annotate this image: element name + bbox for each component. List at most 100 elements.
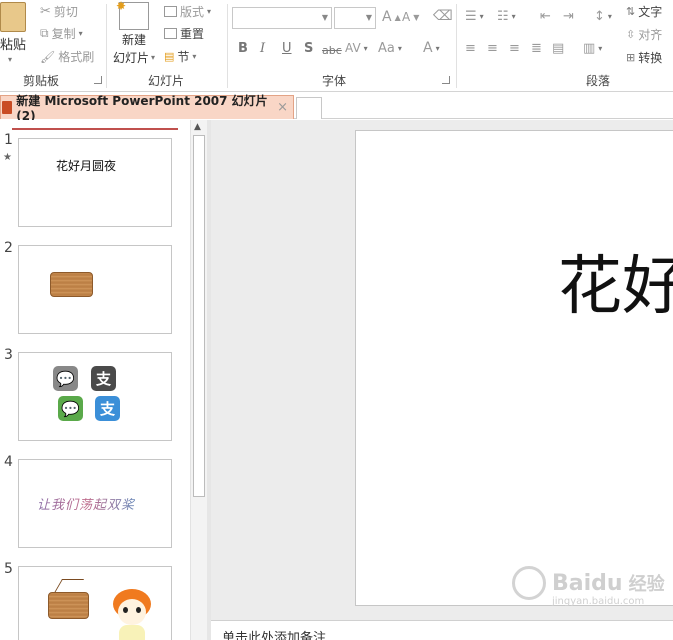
new-slide-button[interactable]: ✸ 新建 幻灯片 ▾ xyxy=(113,0,155,66)
font-size-combo[interactable]: ▼ xyxy=(334,7,376,29)
scissors-icon: ✂ xyxy=(40,4,51,19)
notes-pane[interactable]: 单击此处添加备注 xyxy=(211,620,673,640)
document-tab[interactable]: 新建 Microsoft PowerPoint 2007 幻灯片 (2) × xyxy=(0,94,294,123)
slide-number: 1 xyxy=(4,132,13,148)
document-tab-title: 新建 Microsoft PowerPoint 2007 幻灯片 (2) xyxy=(16,94,268,123)
font-color-icon: A xyxy=(423,40,433,56)
reset-label: 重置 xyxy=(180,27,205,41)
copy-label: 复制 xyxy=(51,27,76,41)
watermark-url: jingyan.baidu.com xyxy=(552,596,645,607)
chevron-down-icon: ▼ xyxy=(365,13,372,22)
slide-thumbnail-3[interactable]: 💬 支 💬 支 xyxy=(18,352,172,441)
char-spacing-button[interactable]: AV ▾ xyxy=(345,41,368,55)
justify-icon: ≣ xyxy=(531,41,542,56)
decrease-indent-button[interactable]: ⇤ xyxy=(540,9,551,24)
slide-thumbnail-5[interactable] xyxy=(18,566,172,640)
cut-button[interactable]: ✂ 剪切 xyxy=(40,3,78,20)
slide-thumbnail-1[interactable]: 花好月圆夜 xyxy=(18,138,172,227)
align-center-icon: ≡ xyxy=(487,41,498,56)
align-text-button[interactable]: ⇳ 对齐 xyxy=(626,26,662,43)
watermark-brand: Baidu xyxy=(552,570,623,596)
font-color-button[interactable]: A ▾ xyxy=(423,40,440,56)
chevron-down-icon: ▾ xyxy=(192,52,197,61)
baidu-jingyan-watermark: Baidu 经验 jingyan.baidu.com xyxy=(512,566,665,607)
slide-number: 2 xyxy=(4,240,13,256)
eraser-icon: ⌫ xyxy=(433,8,453,24)
shadow-button[interactable]: S xyxy=(304,41,313,56)
align-center-button[interactable]: ≡ xyxy=(487,41,498,56)
group-separator xyxy=(456,4,457,88)
indent-icon: ⇥ xyxy=(563,9,574,24)
increase-indent-button[interactable]: ⇥ xyxy=(563,9,574,24)
change-case-button[interactable]: Aa ▾ xyxy=(378,41,402,56)
chevron-down-icon: ▼ xyxy=(321,13,328,22)
new-slide-label-row: 幻灯片 ▾ xyxy=(113,49,155,66)
grow-font-button[interactable]: A ▲ xyxy=(382,9,401,25)
slide-title-text[interactable]: 花好 xyxy=(558,235,673,327)
align-right-button[interactable]: ≡ xyxy=(509,41,520,56)
bullet-list-icon: ☰ xyxy=(465,9,477,24)
clipboard-group-label: 剪贴板 xyxy=(23,74,60,88)
sign-string xyxy=(53,579,85,593)
columns-icon: ▥ xyxy=(583,41,596,56)
shrink-font-icon: A xyxy=(402,10,411,24)
alipay-icon: 支 xyxy=(95,396,120,421)
hanging-wooden-sign-image xyxy=(48,592,89,619)
thumbnails-scrollbar[interactable]: ▲ xyxy=(190,120,207,640)
scroll-up-arrow-icon[interactable]: ▲ xyxy=(194,122,201,132)
align-left-button[interactable]: ≡ xyxy=(465,41,476,56)
clipboard-launcher-icon[interactable] xyxy=(94,76,102,84)
slide-thumbnail-2[interactable] xyxy=(18,245,172,334)
slides-group-label: 幻灯片 xyxy=(148,74,185,88)
slide-number: 4 xyxy=(4,454,13,470)
text-direction-button[interactable]: ⇅ 文字 xyxy=(626,3,662,20)
font-family-combo[interactable]: ▼ xyxy=(232,7,332,29)
convert-label: 转换 xyxy=(638,51,663,65)
strikethrough-button[interactable]: abc xyxy=(322,44,342,57)
align-left-icon: ≡ xyxy=(465,41,476,56)
bold-button[interactable]: B xyxy=(238,41,248,56)
font-launcher-icon[interactable] xyxy=(442,76,450,84)
notes-placeholder: 单击此处添加备注 xyxy=(222,631,327,640)
char-spacing-icon: AV xyxy=(345,41,361,55)
copy-button[interactable]: ⧉ 复制 ▾ xyxy=(40,25,83,42)
shrink-font-button[interactable]: A ▼ xyxy=(402,10,419,24)
new-tab-button[interactable] xyxy=(296,97,322,119)
reset-button[interactable]: 重置 xyxy=(164,25,204,42)
slide-thumbnail-4[interactable]: 让我们荡起双桨 xyxy=(18,459,172,548)
section-button[interactable]: ▤ 节 ▾ xyxy=(164,48,196,65)
scrollbar-thumb[interactable] xyxy=(193,135,205,497)
columns-button[interactable]: ▥ ▾ xyxy=(583,41,602,56)
wechat-gray-icon: 💬 xyxy=(53,366,78,391)
slide-number: 5 xyxy=(4,561,13,577)
reset-icon xyxy=(164,28,177,39)
wechat-icon: 💬 xyxy=(58,396,83,421)
close-icon[interactable]: × xyxy=(277,100,288,115)
watermark-suffix: 经验 xyxy=(628,574,665,595)
bullets-button[interactable]: ☰ ▾ xyxy=(465,9,484,24)
group-separator xyxy=(227,4,228,88)
underline-button[interactable]: U xyxy=(282,41,292,56)
clipboard-icon xyxy=(0,2,26,32)
new-slide-icon: ✸ xyxy=(116,0,150,30)
chevron-down-icon: ▾ xyxy=(207,7,212,16)
numbering-button[interactable]: ☷ ▾ xyxy=(497,9,516,24)
animation-star-icon: ★ xyxy=(3,152,12,163)
group-separator xyxy=(106,4,107,88)
convert-smartart-button[interactable]: ⊞ 转换 xyxy=(626,49,662,66)
alipay-gray-icon: 支 xyxy=(91,366,116,391)
distributed-button[interactable]: ▤ xyxy=(552,41,564,56)
section-label: 节 xyxy=(177,50,190,64)
section-icon: ▤ xyxy=(164,50,175,63)
layout-button[interactable]: 版式 ▾ xyxy=(164,3,211,20)
line-spacing-button[interactable]: ↕ ▾ xyxy=(594,9,612,24)
clear-format-button[interactable]: ⌫ xyxy=(433,8,453,24)
italic-button[interactable]: I xyxy=(260,41,265,56)
new-slide-label-2: 幻灯片 xyxy=(113,51,150,65)
chevron-down-icon: ▾ xyxy=(8,55,13,64)
paste-button[interactable]: 粘贴 ▾ xyxy=(0,2,26,64)
new-slide-label: 新建 xyxy=(122,33,147,47)
slide-canvas[interactable]: 花好 xyxy=(355,130,673,606)
justify-button[interactable]: ≣ xyxy=(531,41,542,56)
format-painter-button[interactable]: 🖌 格式刷 xyxy=(40,48,94,65)
